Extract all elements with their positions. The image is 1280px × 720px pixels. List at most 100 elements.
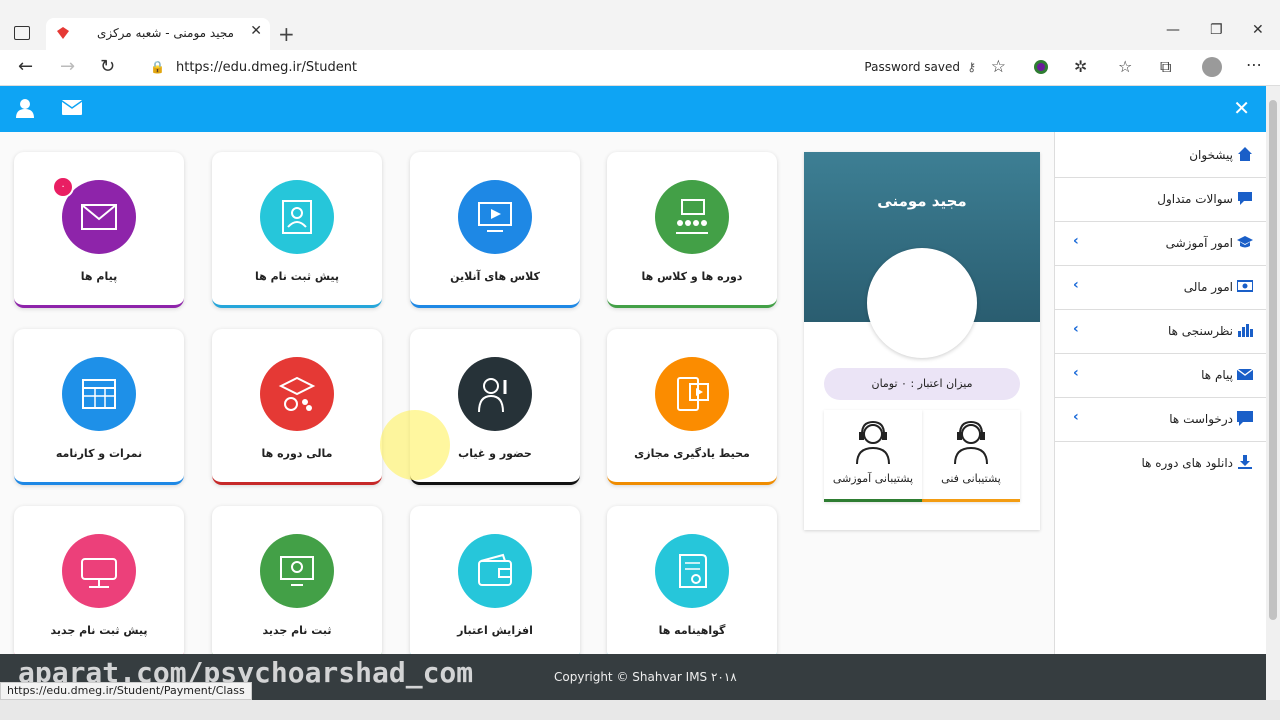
wallet-icon bbox=[458, 534, 532, 608]
lock-icon[interactable]: 🔒 bbox=[150, 60, 165, 74]
address-bar-row: ← → ↻ 🔒 https://edu.dmeg.ir/Student Pass… bbox=[0, 50, 1280, 86]
chevron-left-icon[interactable]: ‹ bbox=[1073, 277, 1079, 293]
credit-balance: میزان اعتبار : ۰ تومان bbox=[824, 368, 1020, 400]
card-label: پیش ثبت نام جدید bbox=[50, 624, 148, 637]
profile-photo[interactable] bbox=[867, 248, 977, 358]
sidebar-item-label: پیام ها bbox=[1201, 368, 1233, 382]
tab-actions-icon[interactable] bbox=[14, 26, 30, 40]
chevron-left-icon[interactable]: ‹ bbox=[1073, 233, 1079, 249]
card-increase-credit[interactable]: افزایش اعتبار bbox=[410, 506, 580, 662]
card-label: نمرات و کارنامه bbox=[55, 447, 143, 460]
minimize-icon[interactable]: — bbox=[1166, 22, 1180, 38]
sidebar-item-finance[interactable]: امور مالی ‹ bbox=[1055, 266, 1267, 310]
more-menu-icon[interactable]: ⋯ bbox=[1246, 55, 1262, 74]
headset-icon bbox=[954, 420, 988, 465]
mail-icon[interactable] bbox=[62, 100, 82, 115]
url-field[interactable]: 🔒 https://edu.dmeg.ir/Student Password s… bbox=[138, 54, 1016, 82]
sidebar-item-downloads[interactable]: دانلود های دوره ها bbox=[1055, 442, 1267, 486]
sidebar-item-label: نظرسنجی ها bbox=[1167, 324, 1233, 338]
card-new-preregistration[interactable]: پیش ثبت نام جدید bbox=[14, 506, 184, 662]
sidebar-item-label: سوالات متداول bbox=[1157, 192, 1233, 206]
card-scores[interactable]: نمرات و کارنامه bbox=[14, 329, 184, 485]
graduation-cap-icon bbox=[1237, 236, 1253, 248]
profile-panel: مجید مومنی میزان اعتبار : ۰ تومان پشتیبا… bbox=[804, 152, 1040, 530]
reload-icon[interactable]: ↻ bbox=[100, 56, 115, 77]
support-edu-label: پشتیبانی آموزشی bbox=[832, 472, 914, 485]
browser-tab-bar: مجید مومنی - شعبه مرکزی ✕ + — ❐ ✕ bbox=[0, 0, 1280, 50]
back-icon[interactable]: ← bbox=[18, 56, 33, 77]
forward-icon[interactable]: → bbox=[60, 56, 75, 77]
sidebar-item-messages[interactable]: پیام ها ‹ bbox=[1055, 354, 1267, 398]
support-tech-button[interactable]: پشتیبانی فنی bbox=[922, 410, 1020, 502]
card-label: دوره ها و کلاس ها bbox=[641, 270, 743, 283]
close-menu-icon[interactable]: ✕ bbox=[1233, 96, 1250, 120]
score-icon bbox=[62, 357, 136, 431]
profile-avatar[interactable] bbox=[1202, 57, 1222, 77]
sidebar-item-education[interactable]: امور آموزشی ‹ bbox=[1055, 222, 1267, 266]
sidebar-item-label: پیشخوان bbox=[1189, 148, 1233, 162]
sidebar-item-requests[interactable]: درخواست ها ‹ bbox=[1055, 398, 1267, 442]
comment-icon bbox=[1237, 411, 1253, 426]
sidebar-item-dashboard[interactable]: پیشخوان bbox=[1055, 134, 1267, 178]
chat-icon bbox=[1238, 192, 1252, 205]
card-label: ثبت نام جدید bbox=[262, 624, 332, 637]
tab-title: مجید مومنی - شعبه مرکزی bbox=[96, 26, 234, 40]
home-icon bbox=[1238, 147, 1252, 161]
unread-badge: ۰ bbox=[52, 176, 74, 198]
site-favicon-icon bbox=[57, 27, 69, 39]
money-icon bbox=[1237, 280, 1253, 292]
card-preregistrations[interactable]: پیش ثبت نام ها bbox=[212, 152, 382, 308]
support-edu-button[interactable]: پشتیبانی آموزشی bbox=[824, 410, 922, 502]
card-label: پیش ثبت نام ها bbox=[254, 270, 339, 283]
sidebar-item-label: دانلود های دوره ها bbox=[1141, 456, 1233, 470]
password-saved-label[interactable]: Password saved bbox=[864, 60, 960, 74]
app-header: ✕ bbox=[0, 86, 1266, 132]
sidebar-item-faq[interactable]: سوالات متداول bbox=[1055, 178, 1267, 222]
copyright-text: Copyright © Shahvar IMS ۲۰۱۸ bbox=[554, 670, 737, 684]
envelope-icon bbox=[1237, 368, 1253, 380]
card-certificates[interactable]: گواهینامه ها bbox=[607, 506, 777, 662]
chevron-left-icon[interactable]: ‹ bbox=[1073, 365, 1079, 381]
card-new-registration[interactable]: ثبت نام جدید bbox=[212, 506, 382, 662]
user-icon[interactable] bbox=[16, 98, 34, 118]
sidebar-item-surveys[interactable]: نظرسنجی ها ‹ bbox=[1055, 310, 1267, 354]
scrollbar-thumb[interactable] bbox=[1269, 100, 1277, 620]
support-tech-label: پشتیبانی فنی bbox=[941, 472, 1001, 485]
new-tab-icon[interactable]: + bbox=[278, 22, 295, 46]
window-close-icon[interactable]: ✕ bbox=[1252, 22, 1264, 38]
extensions-puzzle-icon[interactable]: ✲ bbox=[1074, 57, 1087, 76]
favorite-star-icon[interactable]: ☆ bbox=[991, 57, 1006, 77]
virtual-learning-icon bbox=[655, 357, 729, 431]
card-label: پیام ها bbox=[80, 270, 118, 283]
card-course-finance[interactable]: مالی دوره ها bbox=[212, 329, 382, 485]
restore-icon[interactable]: ❐ bbox=[1210, 22, 1223, 38]
card-label: افزایش اعتبار bbox=[457, 624, 533, 637]
bar-chart-icon bbox=[1238, 324, 1253, 337]
card-courses-classes[interactable]: دوره ها و کلاس ها bbox=[607, 152, 777, 308]
certificate-icon bbox=[655, 534, 729, 608]
card-messages[interactable]: ۰ پیام ها bbox=[14, 152, 184, 308]
card-online-classes[interactable]: کلاس های آنلاین bbox=[410, 152, 580, 308]
card-virtual-learning[interactable]: محیط یادگیری مجازی bbox=[607, 329, 777, 485]
status-bar-url: https://edu.dmeg.ir/Student/Payment/Clas… bbox=[0, 682, 252, 700]
scrollbar[interactable] bbox=[1266, 86, 1280, 700]
card-label: کلاس های آنلاین bbox=[450, 270, 540, 283]
sidebar-menu: پیشخوان سوالات متداول امور آموزشی ‹ امور… bbox=[1054, 132, 1267, 654]
attendance-icon bbox=[458, 357, 532, 431]
online-class-icon bbox=[458, 180, 532, 254]
sidebar-item-label: درخواست ها bbox=[1169, 412, 1233, 426]
chevron-left-icon[interactable]: ‹ bbox=[1073, 321, 1079, 337]
card-label: گواهینامه ها bbox=[658, 624, 726, 637]
reserved-icon bbox=[62, 534, 136, 608]
chevron-left-icon[interactable]: ‹ bbox=[1073, 409, 1079, 425]
extension-globe-icon[interactable] bbox=[1032, 58, 1050, 76]
browser-tab[interactable]: مجید مومنی - شعبه مرکزی ✕ bbox=[46, 18, 270, 50]
headset-icon bbox=[856, 420, 890, 465]
favorites-icon[interactable]: ☆ bbox=[1118, 57, 1132, 76]
certificate-person-icon bbox=[260, 180, 334, 254]
sidebar-item-label: امور مالی bbox=[1183, 280, 1233, 294]
download-icon bbox=[1238, 455, 1252, 469]
collections-icon[interactable]: ⧉ bbox=[1160, 57, 1171, 77]
key-icon[interactable]: ⚷ bbox=[967, 60, 976, 74]
tab-close-icon[interactable]: ✕ bbox=[250, 23, 262, 39]
